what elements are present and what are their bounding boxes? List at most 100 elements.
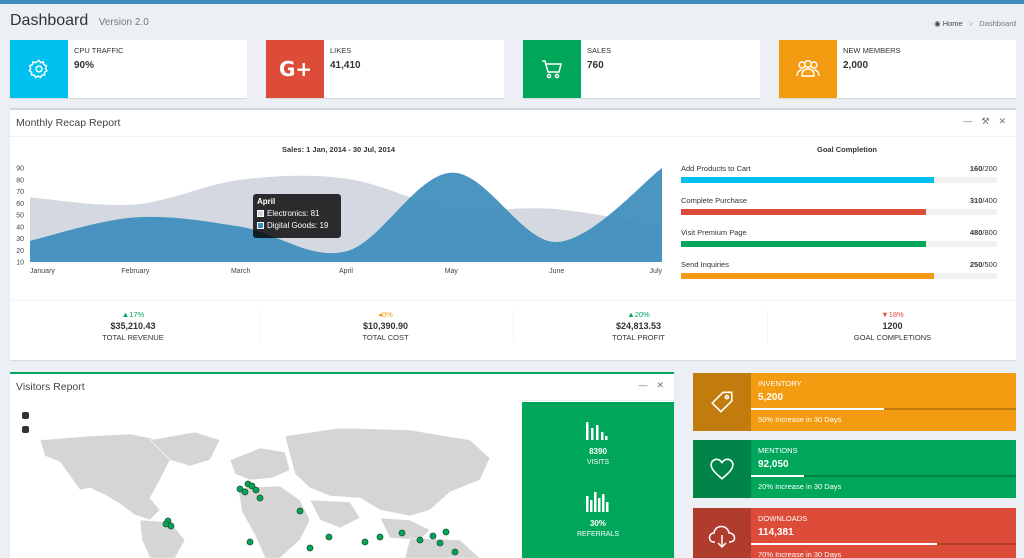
sales-area-chart: 10 20 30 40 50 60 70 80 90 January February March A… xyxy=(16,166,663,276)
page-version: Version 2.0 xyxy=(98,17,149,28)
close-icon[interactable]: ✕ xyxy=(998,116,1006,127)
referrals-label: REFERRALS xyxy=(576,531,619,538)
side-box-progress-fill xyxy=(751,408,884,410)
info-box-sales: SALES 760 xyxy=(523,40,760,98)
wrench-icon[interactable]: ⚒ xyxy=(981,116,989,127)
goal-done: 160 xyxy=(969,164,983,173)
goal-progress-track xyxy=(681,273,997,279)
tooltip-swatch-electronics xyxy=(257,210,264,217)
goal-total: /200 xyxy=(982,164,997,173)
goal-count: 160/200 xyxy=(970,164,997,173)
goal-progress-fill xyxy=(681,273,934,279)
tooltip-line-digital-goods: Digital Goods: 19 xyxy=(267,221,329,230)
side-box-progress-fill xyxy=(751,543,937,545)
side-box-description: 70% Increase in 30 Days xyxy=(758,550,842,558)
stat-label: TOTAL REVENUE xyxy=(102,333,164,342)
stat-total-revenue: ▲17% $35,210.43 TOTAL REVENUE xyxy=(8,310,258,342)
visitors-stats-panel: 8390 VISITS 30% REFERRALS xyxy=(522,402,674,558)
x-tick-label: March xyxy=(231,268,251,275)
stat-goal-completions: ▼18% 1200 GOAL COMPLETIONS xyxy=(767,310,1017,342)
goal-done: 250 xyxy=(969,260,983,269)
tooltip-title: April xyxy=(257,197,276,206)
stat-label: TOTAL COST xyxy=(362,333,409,342)
side-box-label: INVENTORY xyxy=(758,379,802,388)
y-tick-label: 20 xyxy=(16,248,24,255)
y-tick-label: 80 xyxy=(16,177,24,184)
breadcrumb-current: Dashboard xyxy=(979,19,1016,28)
visits-label: VISITS xyxy=(586,459,610,466)
goal-progress-fill xyxy=(681,177,934,183)
goal-completion-title: Goal Completion xyxy=(817,145,877,154)
svg-text:G+: G+ xyxy=(279,58,312,80)
downloads-box: DOWNLOADS 114,381 70% Increase in 30 Day… xyxy=(693,508,1016,558)
info-box-value: 41,410 xyxy=(330,60,361,71)
referrals-value: 30% xyxy=(589,519,606,528)
stat-total-cost: ◂0% $10,390.90 TOTAL COST xyxy=(260,310,510,342)
x-tick-label: April xyxy=(339,268,353,275)
side-box-value: 5,200 xyxy=(758,392,784,403)
y-tick-label: 40 xyxy=(16,224,24,231)
goal-row: Send Inquiries 250/500 xyxy=(681,260,997,288)
breadcrumb-home-link[interactable]: Home xyxy=(943,19,963,28)
box-tools: — ⚒ ✕ xyxy=(963,116,1006,127)
page-title: Dashboard xyxy=(10,12,89,29)
side-box-value: 92,050 xyxy=(758,459,789,470)
info-box-label: LIKES xyxy=(330,46,352,55)
info-box-label: SALES xyxy=(587,46,612,55)
info-box-cpu-traffic: CPU TRAFFIC 90% xyxy=(10,40,247,98)
info-box-likes: G+ LIKES 41,410 xyxy=(266,40,504,98)
side-box-progress-track xyxy=(751,408,1016,410)
map-zoom-out-button[interactable] xyxy=(22,426,29,433)
world-map[interactable] xyxy=(10,400,522,558)
side-box-description: 50% Increase in 30 Days xyxy=(758,415,842,424)
goal-row: Complete Purchase 310/400 xyxy=(681,196,997,224)
goal-row: Add Products to Cart 160/200 xyxy=(681,164,997,192)
side-box-progress-fill xyxy=(751,475,804,477)
goal-progress-track xyxy=(681,209,997,215)
goal-progress-fill xyxy=(681,241,926,247)
stat-total-profit: ▲20% $24,813.53 TOTAL PROFIT xyxy=(513,310,763,342)
collapse-icon[interactable]: — xyxy=(638,380,647,391)
goal-label: Send Inquiries xyxy=(681,260,729,269)
box-title: Monthly Recap Report xyxy=(16,117,121,129)
stat-percentage: ◂0% xyxy=(378,310,393,319)
goal-label: Complete Purchase xyxy=(681,196,747,205)
mentions-box: MENTIONS 92,050 20% Increase in 30 Days xyxy=(693,440,1016,498)
bar-chart-icon xyxy=(585,490,611,517)
google-plus-icon: G+ xyxy=(266,40,324,98)
x-tick-label: January xyxy=(30,268,55,275)
side-box-label: MENTIONS xyxy=(758,446,798,455)
dashboard-icon: ◉ xyxy=(934,19,941,28)
chart-tooltip: April Electronics: 81 Digital Goods: 19 xyxy=(253,194,341,238)
inventory-box: INVENTORY 5,200 50% Increase in 30 Days xyxy=(693,373,1016,431)
y-tick-label: 50 xyxy=(16,213,24,220)
collapse-icon[interactable]: — xyxy=(963,116,972,127)
x-tick-label: July xyxy=(650,268,663,275)
goal-count: 310/400 xyxy=(970,196,997,205)
cloud-download-icon xyxy=(693,508,751,558)
goal-done: 480 xyxy=(969,228,983,237)
top-navbar-strip xyxy=(0,0,1024,4)
bar-chart-icon xyxy=(585,420,609,445)
stat-percentage: ▼18% xyxy=(881,310,904,319)
map-zoom-in-button[interactable] xyxy=(22,412,29,419)
info-box-new-members: NEW MEMBERS 2,000 xyxy=(779,40,1016,98)
info-box-label: CPU TRAFFIC xyxy=(74,46,124,55)
breadcrumb-separator: > xyxy=(968,19,974,28)
users-icon xyxy=(779,40,837,98)
heart-icon xyxy=(693,440,751,498)
y-tick-label: 60 xyxy=(16,201,24,208)
goal-count: 250/500 xyxy=(970,260,997,269)
side-box-description: 20% Increase in 30 Days xyxy=(758,482,842,491)
goal-progress-track xyxy=(681,177,997,183)
goal-label: Add Products to Cart xyxy=(681,164,751,173)
tooltip-swatch-digital-goods xyxy=(257,222,264,229)
y-tick-label: 70 xyxy=(16,189,24,196)
goal-done: 310 xyxy=(969,196,983,205)
side-box-progress-track xyxy=(751,543,1016,545)
goal-total: /400 xyxy=(982,196,997,205)
goal-row: Visit Premium Page 480/800 xyxy=(681,228,997,256)
close-icon[interactable]: ✕ xyxy=(656,380,664,391)
stats-divider xyxy=(10,300,1016,301)
goal-total: /800 xyxy=(982,228,997,237)
